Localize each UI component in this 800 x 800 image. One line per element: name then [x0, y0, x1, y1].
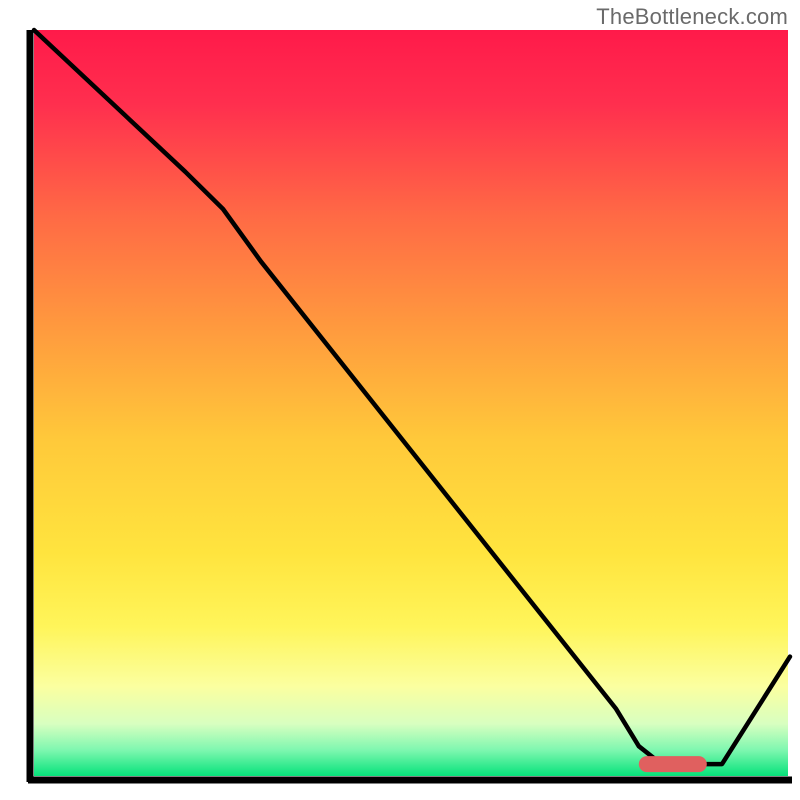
gradient-plot-area [34, 30, 788, 776]
chart-container: TheBottleneck.com [0, 0, 800, 800]
optimum-marker [639, 756, 707, 772]
bottleneck-chart [0, 0, 800, 800]
